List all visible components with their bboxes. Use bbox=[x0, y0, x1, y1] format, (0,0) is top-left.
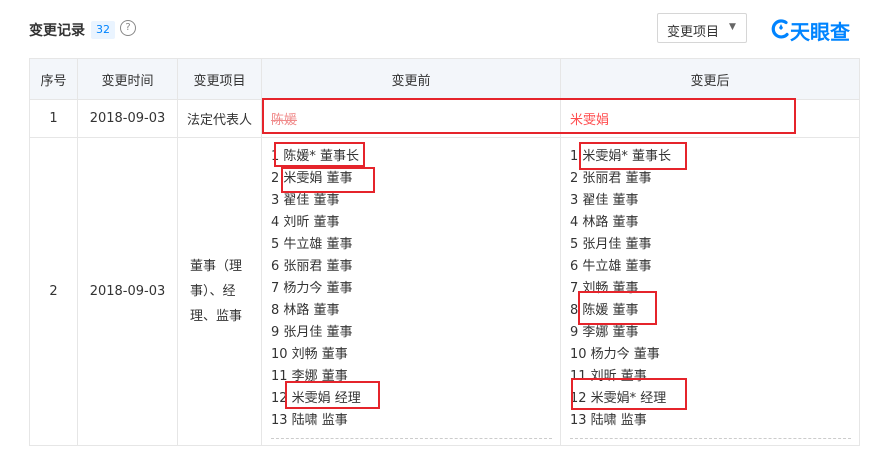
table-row: 1 2018-09-03 法定代表人 陈媛 米雯娟 bbox=[29, 99, 860, 138]
row-item: 法定代表人 bbox=[177, 99, 262, 138]
row-index: 2 bbox=[29, 137, 78, 446]
section-title: 变更记录 bbox=[29, 23, 85, 39]
list-item: 6 牛立雄 董事 bbox=[570, 259, 652, 274]
after-value: 米雯娟 bbox=[570, 113, 610, 128]
row-index: 1 bbox=[29, 99, 78, 138]
row-before: 陈媛 bbox=[261, 99, 561, 138]
row-date: 2018-09-03 bbox=[77, 99, 178, 138]
change-item-dropdown[interactable]: 变更项目 ▼ bbox=[657, 13, 747, 43]
column-header-after: 变更后 bbox=[560, 58, 860, 100]
dropdown-label: 变更项目 bbox=[667, 25, 720, 40]
list-item: 12 米雯娟 经理 bbox=[271, 391, 361, 406]
row-before: 1 陈媛* 董事长 2 米雯娟 董事 3 翟佳 董事 4 刘昕 董事 5 牛立雄… bbox=[261, 137, 561, 446]
list-item: 11 刘昕 董事 bbox=[570, 369, 647, 384]
list-item: 2 米雯娟 董事 bbox=[271, 171, 353, 186]
list-item: 9 李娜 董事 bbox=[570, 325, 639, 340]
count-badge: 32 bbox=[91, 21, 115, 39]
list-item: 3 翟佳 董事 bbox=[271, 193, 340, 208]
list-item: 12 米雯娟* 经理 bbox=[570, 391, 667, 406]
row-after: 米雯娟 bbox=[560, 99, 860, 138]
list-item: 10 杨力今 董事 bbox=[570, 347, 660, 362]
item-line: 事）、经 bbox=[190, 284, 236, 299]
list-item: 7 杨力今 董事 bbox=[271, 281, 353, 296]
list-item: 10 刘畅 董事 bbox=[271, 347, 348, 362]
list-item: 8 陈媛 董事 bbox=[570, 303, 639, 318]
column-header-index: 序号 bbox=[29, 58, 78, 100]
logo-text: 天眼查 bbox=[790, 20, 850, 44]
table-header-row: 序号 变更时间 变更项目 变更前 变更后 bbox=[29, 58, 860, 100]
section-header: 变更记录 32 ? 变更项目 ▼ 天眼查 bbox=[0, 0, 885, 58]
table-row: 2 2018-09-03 董事（理 事）、经 理、监事 1 陈媛* 董事长 2 … bbox=[29, 137, 860, 446]
divider bbox=[570, 438, 851, 439]
item-line: 董事（理 bbox=[190, 259, 243, 274]
column-header-item: 变更项目 bbox=[177, 58, 262, 100]
list-item: 9 张月佳 董事 bbox=[271, 325, 353, 340]
row-date: 2018-09-03 bbox=[77, 137, 178, 446]
list-item: 5 牛立雄 董事 bbox=[271, 237, 353, 252]
list-item: 4 刘昕 董事 bbox=[271, 215, 340, 230]
list-item: 8 林路 董事 bbox=[271, 303, 340, 318]
list-item: 1 米雯娟* 董事长 bbox=[570, 149, 672, 164]
change-records-table: 序号 变更时间 变更项目 变更前 变更后 1 2018-09-03 法定代表人 … bbox=[29, 58, 860, 446]
row-item: 董事（理 事）、经 理、监事 bbox=[177, 137, 262, 446]
list-item: 6 张丽君 董事 bbox=[271, 259, 353, 274]
row-after: 1 米雯娟* 董事长 2 张丽君 董事 3 翟佳 董事 4 林路 董事 5 张月… bbox=[560, 137, 860, 446]
list-item: 7 刘畅 董事 bbox=[570, 281, 639, 296]
logo-mark-icon bbox=[771, 19, 789, 39]
after-list: 1 米雯娟* 董事长 2 张丽君 董事 3 翟佳 董事 4 林路 董事 5 张月… bbox=[561, 138, 859, 445]
list-item: 2 张丽君 董事 bbox=[570, 171, 652, 186]
column-header-date: 变更时间 bbox=[77, 58, 178, 100]
divider bbox=[271, 438, 552, 439]
list-item: 11 李娜 董事 bbox=[271, 369, 348, 384]
list-item: 1 陈媛* 董事长 bbox=[271, 149, 360, 164]
caret-down-icon: ▼ bbox=[729, 22, 736, 32]
list-item: 13 陆啸 监事 bbox=[271, 413, 348, 428]
before-value: 陈媛 bbox=[271, 113, 298, 128]
list-item: 5 张月佳 董事 bbox=[570, 237, 652, 252]
list-item: 13 陆啸 监事 bbox=[570, 413, 647, 428]
column-header-before: 变更前 bbox=[261, 58, 561, 100]
question-circle-icon[interactable]: ? bbox=[120, 20, 136, 36]
item-line: 理、监事 bbox=[190, 309, 243, 324]
list-item: 4 林路 董事 bbox=[570, 215, 639, 230]
list-item: 3 翟佳 董事 bbox=[570, 193, 639, 208]
before-list: 1 陈媛* 董事长 2 米雯娟 董事 3 翟佳 董事 4 刘昕 董事 5 牛立雄… bbox=[262, 138, 560, 445]
